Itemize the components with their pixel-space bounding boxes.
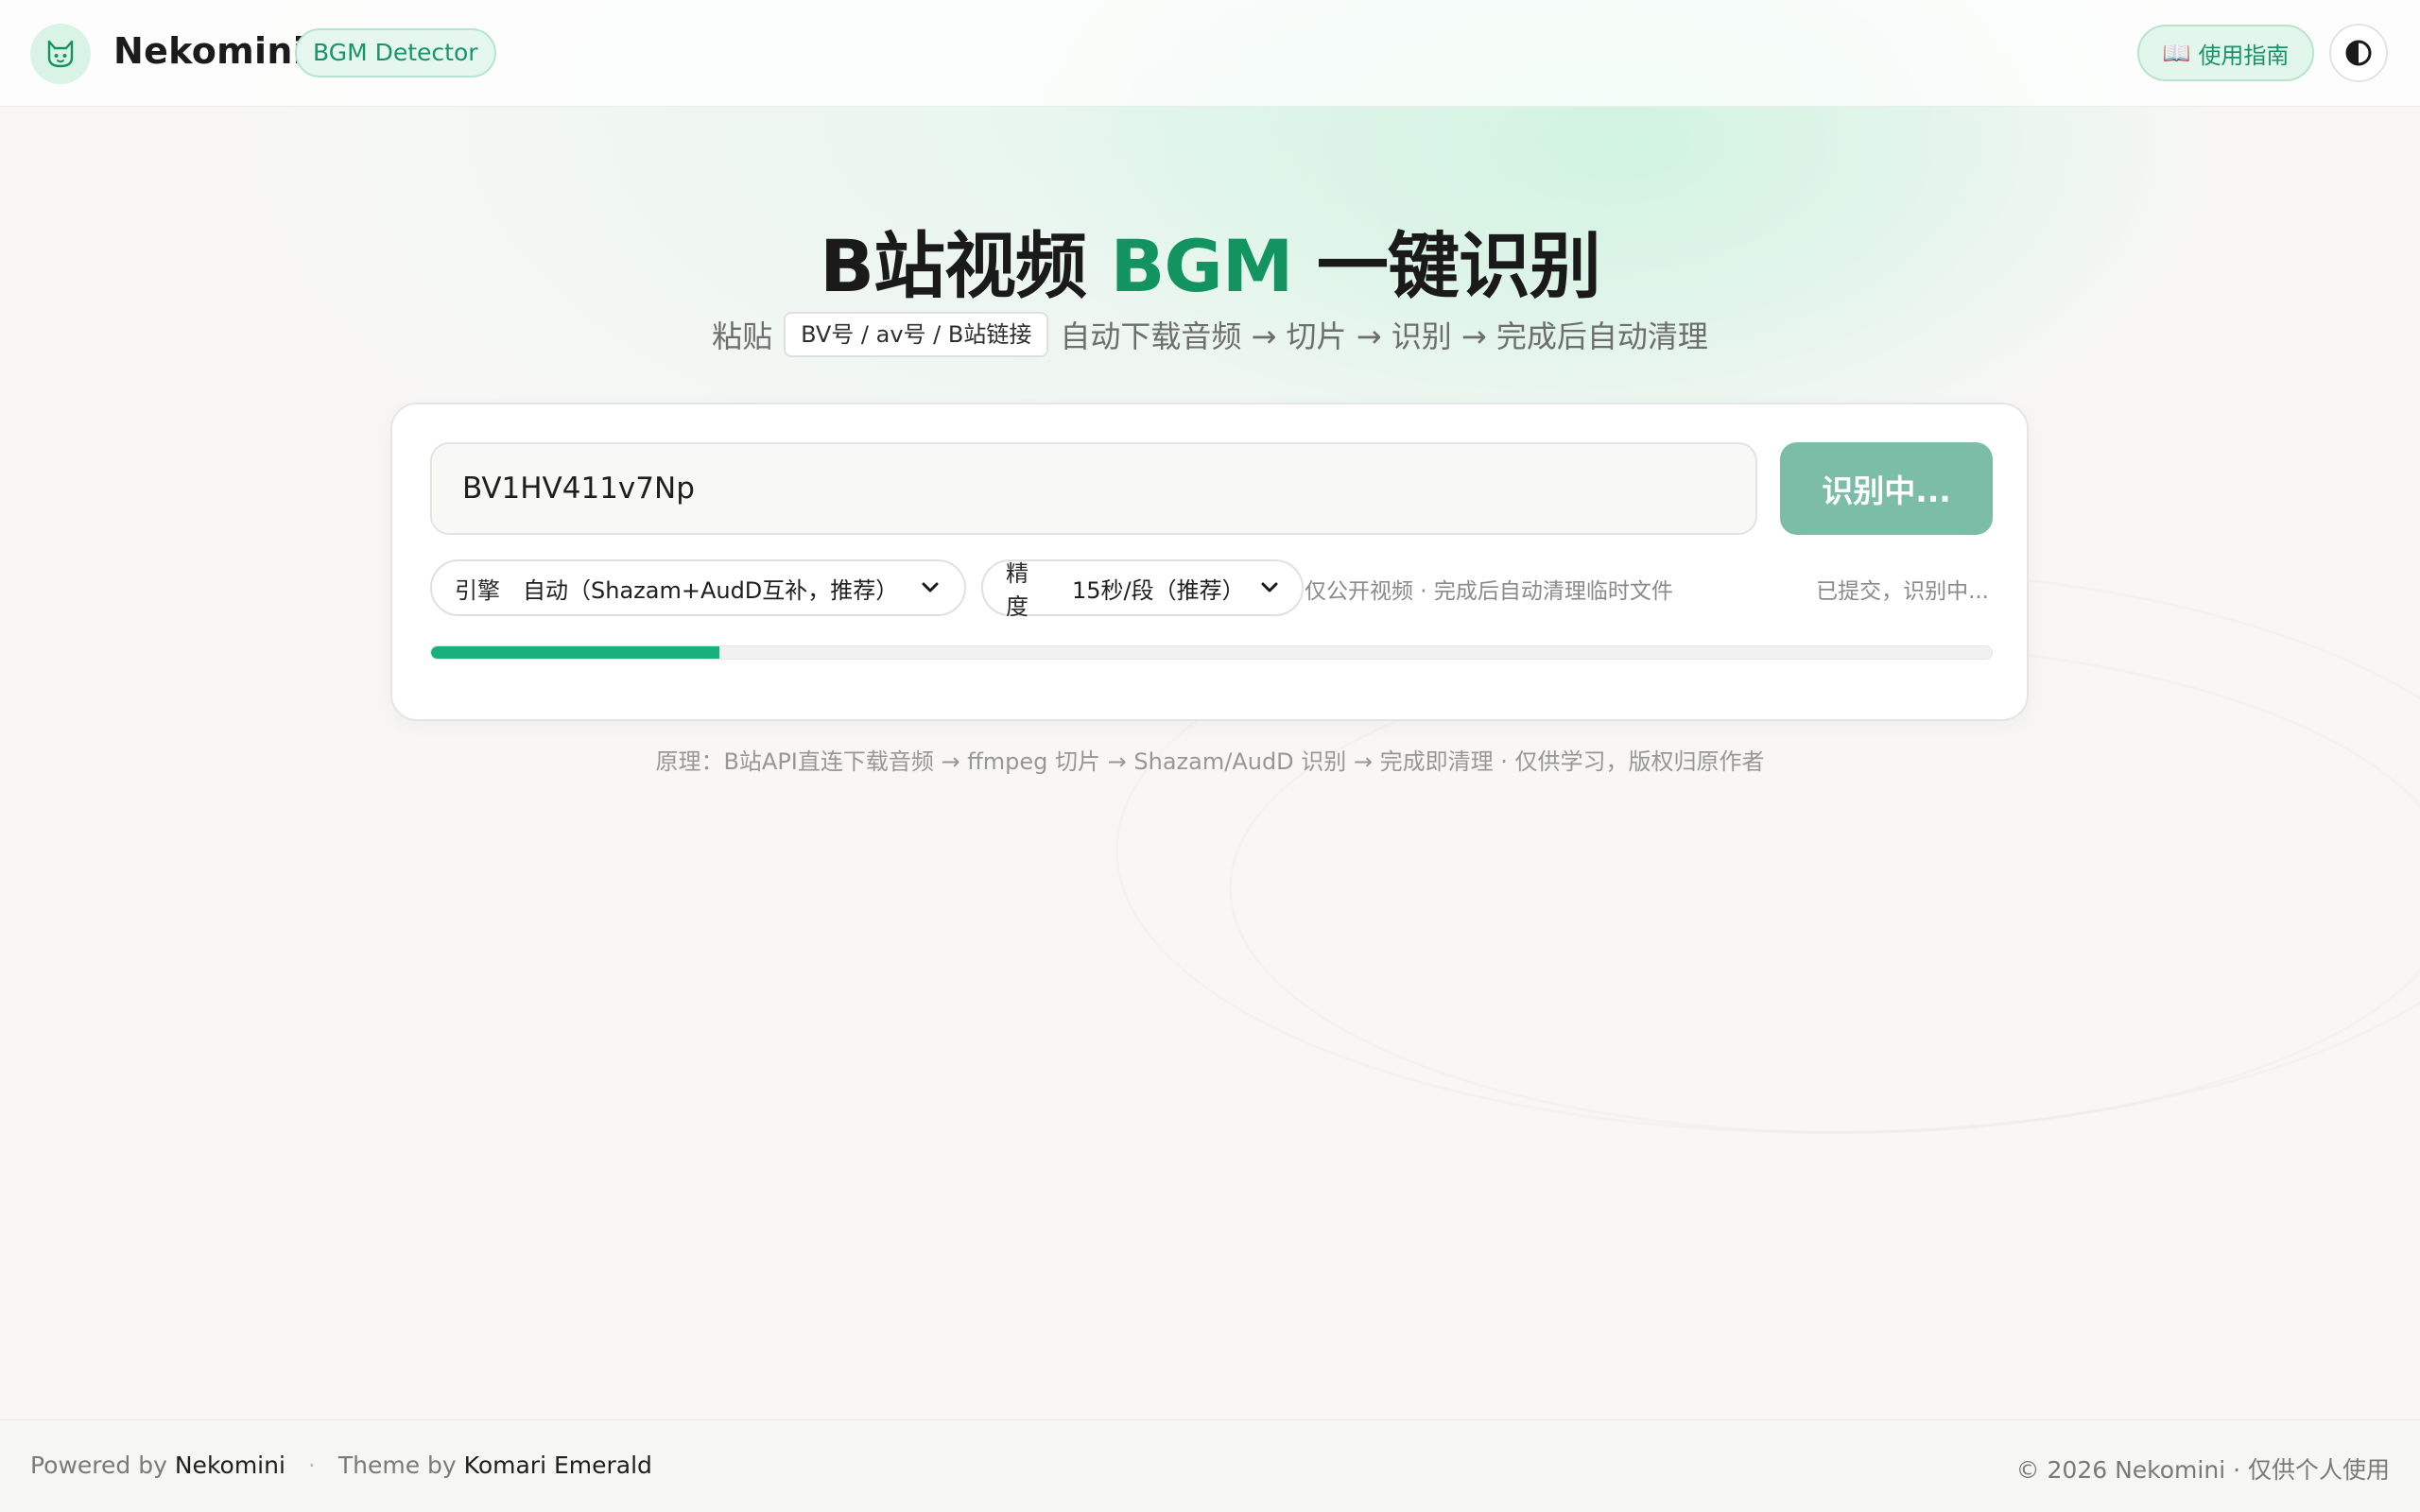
- chevron-down-icon: [921, 581, 940, 594]
- engine-value: 自动（Shazam+AudD互补，推荐）: [523, 576, 899, 604]
- brand-name[interactable]: Nekomini: [113, 30, 305, 72]
- page-title: B站视频 BGM 一键识别: [0, 208, 2420, 312]
- detector-card: BV1HV411v7Np 识别中... 引擎 自动（Shazam+AudD互补，…: [390, 403, 2029, 721]
- footer-credits: Powered by Nekomini · Theme by Komari Em…: [30, 1452, 652, 1479]
- recognize-button[interactable]: 识别中...: [1780, 442, 1993, 535]
- theme-by-prefix: Theme by: [337, 1452, 457, 1479]
- engine-label: 引擎: [455, 576, 500, 604]
- input-format-chip: BV号 / av号 / B站链接: [784, 312, 1049, 357]
- page-subtitle: 粘贴 BV号 / av号 / B站链接 自动下载音频 → 切片 → 识别 → 完…: [0, 312, 2420, 357]
- powered-by-prefix: Powered by: [30, 1452, 167, 1479]
- usage-note: 仅公开视频 · 完成后自动清理临时文件: [1305, 579, 1673, 604]
- footer: Powered by Nekomini · Theme by Komari Em…: [0, 1419, 2420, 1512]
- progress-bar: [430, 645, 1993, 660]
- theme-by-link[interactable]: Komari Emerald: [464, 1452, 652, 1479]
- video-id-input[interactable]: BV1HV411v7Np: [430, 442, 1757, 535]
- copyright: © 2026 Nekomini · 仅供个人使用: [2015, 1456, 2390, 1484]
- subtitle-prefix: 粘贴: [712, 318, 773, 354]
- book-icon: 📖: [2162, 40, 2191, 66]
- app-tag-badge: BGM Detector: [295, 28, 496, 77]
- powered-by-link[interactable]: Nekomini: [175, 1452, 285, 1479]
- precision-label: 精度: [1006, 560, 1028, 620]
- principle-note: 原理：B站API直连下载音频 → ffmpeg 切片 → Shazam/AudD…: [655, 748, 1765, 775]
- precision-select[interactable]: 精度 15秒/段（推荐）: [981, 559, 1304, 620]
- cat-logo-icon[interactable]: [30, 24, 91, 84]
- progress-fill: [431, 646, 720, 659]
- precision-value: 15秒/段（推荐）: [1072, 576, 1245, 604]
- theme-toggle-button[interactable]: [2329, 24, 2388, 82]
- title-prefix: B站视频: [820, 224, 1087, 308]
- footer-separator: ·: [307, 1452, 316, 1479]
- chevron-down-icon: [1260, 581, 1279, 594]
- subtitle-suffix: 自动下载音频 → 切片 → 识别 → 完成后自动清理: [1060, 318, 1708, 354]
- guide-button-label: 使用指南: [2198, 42, 2290, 69]
- contrast-icon: [2345, 40, 2372, 66]
- guide-button[interactable]: 📖 使用指南: [2137, 25, 2314, 81]
- engine-select[interactable]: 引擎 自动（Shazam+AudD互补，推荐）: [430, 559, 966, 616]
- title-suffix: 一键识别: [1316, 224, 1601, 308]
- status-text: 已提交，识别中...: [1816, 579, 1989, 604]
- title-accent: BGM: [1110, 224, 1294, 308]
- top-bar: Nekomini BGM Detector 📖 使用指南: [0, 0, 2420, 107]
